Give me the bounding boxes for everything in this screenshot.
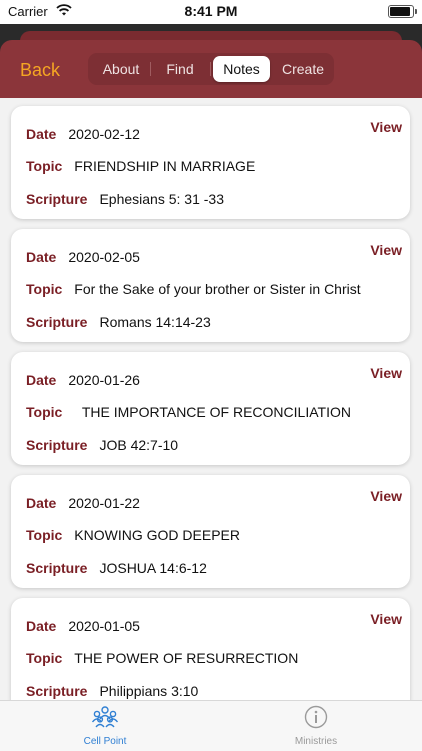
note-topic: THE POWER OF RESURRECTION	[74, 650, 299, 666]
segmented-control: About Find Notes Create	[88, 53, 334, 85]
nav-header: Back About Find Notes Create	[0, 40, 422, 98]
date-label: Date	[26, 126, 57, 142]
segment-about[interactable]: About	[94, 56, 148, 82]
notes-list: View Date 2020-02-12 Topic FRIENDSHIP IN M…	[0, 98, 422, 700]
note-scripture: Philippians 3:10	[99, 683, 199, 699]
back-button[interactable]: Back	[20, 60, 60, 81]
note-scripture: JOB 42:7-10	[99, 437, 179, 453]
note-date: 2020-02-05	[68, 249, 140, 265]
topic-label: Topic	[26, 527, 63, 543]
note-date: 2020-01-22	[68, 495, 140, 511]
scripture-label: Scripture	[26, 191, 88, 207]
view-button[interactable]: View	[370, 365, 402, 381]
note-card[interactable]: View Date 2020-01-22 Topic KNOWING GOD DEE…	[11, 475, 410, 588]
scripture-label: Scripture	[26, 314, 88, 330]
topic-label: Topic	[26, 158, 63, 174]
note-card[interactable]: View Date 2020-02-12 Topic FRIENDSHIP IN M…	[11, 106, 410, 219]
view-button[interactable]: View	[370, 119, 402, 135]
topic-label: Topic	[26, 650, 63, 666]
view-button[interactable]: View	[370, 611, 402, 627]
view-button[interactable]: View	[370, 242, 402, 258]
note-date: 2020-02-12	[68, 126, 140, 142]
scripture-label: Scripture	[26, 560, 88, 576]
scripture-label: Scripture	[26, 683, 88, 699]
note-topic: FRIENDSHIP IN MARRIAGE	[74, 158, 256, 174]
tab-bar: Cell Point Ministries	[0, 700, 422, 751]
tab-label: Ministries	[294, 736, 338, 747]
topic-label: Topic	[26, 404, 63, 420]
tab-cell-point[interactable]: Cell Point	[45, 705, 165, 747]
note-scripture: JOSHUA 14:6-12	[99, 560, 207, 576]
note-card[interactable]: View Date 2020-01-26 Topic THE IMPORTANCE…	[11, 352, 410, 465]
segment-notes[interactable]: Notes	[213, 56, 270, 82]
tab-ministries[interactable]: Ministries	[256, 705, 376, 747]
segment-find[interactable]: Find	[152, 56, 208, 82]
note-card[interactable]: View Date 2020-01-05 Topic THE POWER OF RE…	[11, 598, 410, 700]
note-topic: For the Sake of your brother or Sister i…	[74, 281, 361, 297]
note-scripture: Ephesians 5: 31 -33	[99, 191, 224, 207]
note-date: 2020-01-05	[68, 618, 140, 634]
info-icon	[304, 705, 328, 729]
clock: 8:41 PM	[184, 3, 238, 19]
view-button[interactable]: View	[370, 488, 402, 504]
scripture-label: Scripture	[26, 437, 88, 453]
status-bar: Carrier 8:41 PM	[0, 0, 422, 24]
date-label: Date	[26, 495, 57, 511]
note-date: 2020-01-26	[68, 372, 140, 388]
date-label: Date	[26, 249, 57, 265]
battery-icon	[388, 5, 417, 18]
segment-create[interactable]: Create	[274, 56, 332, 82]
note-topic: KNOWING GOD DEEPER	[74, 527, 240, 543]
date-label: Date	[26, 372, 57, 388]
date-label: Date	[26, 618, 57, 634]
note-card[interactable]: View Date 2020-02-05 Topic For the Sake of…	[11, 229, 410, 342]
tab-label: Cell Point	[83, 736, 127, 747]
note-topic: THE IMPORTANCE OF RECONCILIATION	[74, 404, 351, 420]
note-scripture: Romans 14:14-23	[99, 314, 211, 330]
people-group-icon	[91, 706, 119, 728]
topic-label: Topic	[26, 281, 63, 297]
